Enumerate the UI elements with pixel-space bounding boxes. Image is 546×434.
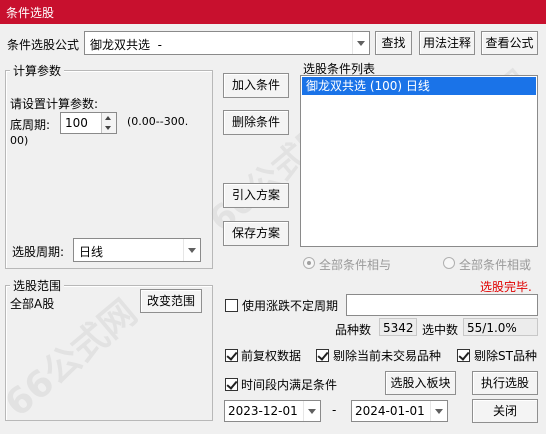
exclude-st-checkbox[interactable]: [457, 349, 470, 362]
save-scheme-button[interactable]: 保存方案: [223, 221, 289, 246]
close-button[interactable]: 关闭: [472, 399, 538, 423]
start-date-picker[interactable]: 2023-12-01: [224, 400, 321, 422]
param-range-line1: (0.00--300.: [127, 115, 189, 128]
import-scheme-button[interactable]: 引入方案: [223, 183, 289, 208]
start-date-value: 2023-12-01: [228, 404, 298, 418]
add-condition-button[interactable]: 加入条件: [223, 73, 289, 98]
chevron-down-icon[interactable]: [183, 239, 200, 261]
date-separator: -: [332, 403, 337, 417]
usage-notes-button[interactable]: 用法注释: [419, 31, 475, 55]
execute-button[interactable]: 执行选股: [472, 371, 538, 395]
delete-condition-button[interactable]: 删除条件: [223, 110, 289, 135]
list-item-label: 御龙双共选 (100) 日线: [306, 79, 430, 93]
chevron-down-icon[interactable]: [352, 32, 369, 54]
selected-label: 选中数: [422, 323, 459, 337]
time-range-checkbox[interactable]: [225, 378, 238, 391]
list-item[interactable]: 御龙双共选 (100) 日线: [302, 77, 536, 95]
change-scope-button[interactable]: 改变范围: [140, 289, 202, 313]
title-bar[interactable]: 条件选股: [0, 0, 546, 24]
irregular-period-label: 使用涨跌不定周期: [242, 299, 339, 313]
exclude-untraded-checkbox[interactable]: [316, 349, 329, 362]
formula-dropdown-value: 御龙双共选 -: [90, 38, 162, 52]
param-value-input[interactable]: 100: [60, 112, 117, 134]
calendar-dropdown-icon[interactable]: [303, 401, 320, 421]
exclude-untraded-label: 剔除当前未交易品种: [333, 349, 442, 363]
selected-value: 55/1.0%: [463, 318, 538, 336]
scope-title: 选股范围: [10, 277, 65, 294]
param-value: 100: [65, 116, 88, 130]
exclude-st-label: 剔除ST品种: [474, 349, 537, 363]
or-label: 全部条件相或: [459, 258, 532, 272]
period-dropdown-value: 日线: [79, 245, 104, 259]
and-radio[interactable]: [303, 257, 315, 269]
condition-stock-picker-window: 条件选股 66公式网 66公式网 66公式网 条件选股公式 御龙双共选 - 查找…: [0, 0, 546, 434]
calendar-dropdown-icon[interactable]: [430, 401, 447, 421]
param-label: 底周期:: [10, 118, 51, 132]
period-dropdown[interactable]: 日线: [73, 238, 201, 262]
formula-dropdown[interactable]: 御龙双共选 -: [84, 31, 370, 55]
irregular-period-checkbox[interactable]: [225, 299, 238, 312]
irregular-period-input[interactable]: [346, 294, 538, 316]
end-date-value: 2024-01-01: [355, 404, 425, 418]
end-date-picker[interactable]: 2024-01-01: [351, 400, 448, 422]
count-value: 5342: [379, 318, 417, 336]
condition-list[interactable]: 御龙双共选 (100) 日线: [300, 75, 538, 247]
count-label: 品种数: [335, 323, 372, 337]
forward-adjust-label: 前复权数据: [241, 349, 302, 363]
calc-params-title: 计算参数: [10, 62, 65, 79]
and-label: 全部条件相与: [319, 258, 392, 272]
calc-params-prompt: 请设置计算参数:: [10, 97, 99, 111]
period-label: 选股周期:: [12, 245, 65, 259]
or-radio[interactable]: [443, 257, 455, 269]
status-text: 选股完毕.: [480, 280, 532, 294]
window-title: 条件选股: [6, 6, 55, 20]
add-to-block-button[interactable]: 选股入板块: [385, 371, 456, 395]
formula-label: 条件选股公式: [7, 38, 80, 52]
forward-adjust-checkbox[interactable]: [225, 349, 238, 362]
time-range-label: 时间段内满足条件: [241, 378, 338, 392]
spin-down-icon[interactable]: [101, 123, 116, 133]
view-formula-button[interactable]: 查看公式: [481, 31, 538, 55]
find-button[interactable]: 查找: [375, 31, 412, 55]
param-range-line2: 00): [10, 134, 29, 147]
scope-value: 全部A股: [10, 297, 55, 311]
